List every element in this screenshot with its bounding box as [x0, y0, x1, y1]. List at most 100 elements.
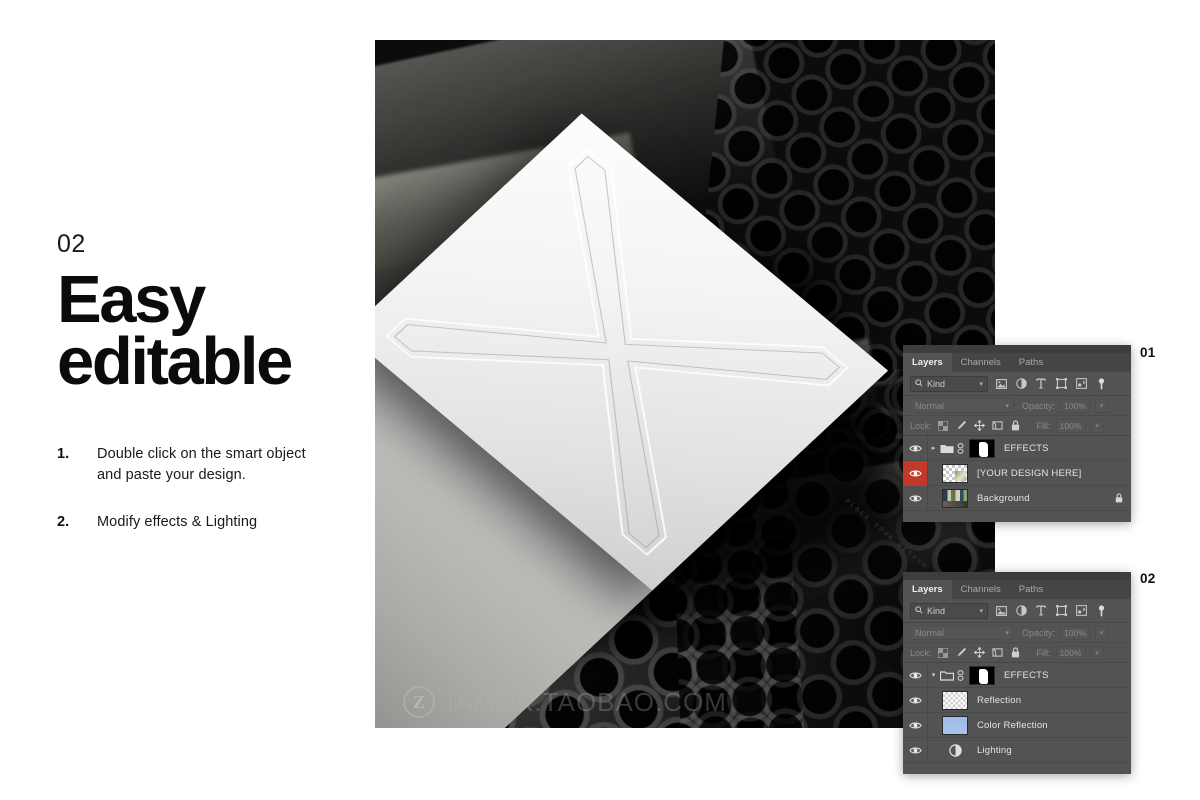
layer-visibility-toggle[interactable]	[903, 663, 927, 688]
table-row[interactable]: ▾ EFFECTS	[903, 662, 1131, 688]
layer-thumbnail[interactable]	[942, 463, 968, 483]
lock-image-pixels-icon[interactable]	[955, 419, 968, 432]
lock-all-icon[interactable]	[1009, 419, 1022, 432]
shape-layer-icon[interactable]	[1054, 604, 1068, 618]
folder-open-icon	[939, 670, 955, 681]
instruction-text: Modify effects & Lighting	[97, 514, 258, 531]
filter-toggle-icon[interactable]	[1094, 377, 1108, 391]
layers-panel-1[interactable]: Layers Channels Paths Kind ▾ Normal ▾ Op…	[903, 345, 1131, 522]
layer-thumbnail[interactable]	[942, 488, 968, 508]
tab-bar-filler	[1052, 353, 1131, 372]
layer-visibility-toggle[interactable]	[903, 713, 927, 738]
smart-object-icon[interactable]	[1074, 604, 1088, 618]
adjustment-layer-icon[interactable]	[1014, 604, 1028, 618]
step-number: 02	[57, 230, 86, 258]
chevron-down-icon[interactable]: ▾	[928, 671, 939, 679]
watermark-logo-icon: Z	[403, 686, 435, 718]
layer-visibility-toggle[interactable]	[903, 436, 927, 461]
tab-channels[interactable]: Channels	[951, 353, 1010, 372]
lock-row: Lock: Fill: 100% ▾	[903, 643, 1131, 663]
layer-name: Background	[977, 492, 1030, 504]
chevron-down-icon: ▾	[1005, 629, 1009, 637]
layer-mask-link-icon[interactable]	[955, 442, 966, 454]
filter-kind-label: Kind	[927, 605, 946, 616]
tab-channels[interactable]: Channels	[951, 580, 1010, 599]
mockup-photo: DESIGN HERE PLACE YOUR PLACE YOUR DESIGN…	[375, 40, 995, 728]
fill-stepper-icon[interactable]: ▾	[1090, 418, 1104, 433]
chevron-down-icon: ▾	[1005, 402, 1009, 410]
blend-mode-select[interactable]: Normal ▾	[910, 625, 1014, 640]
opacity-value[interactable]: 100%	[1060, 625, 1091, 640]
table-row[interactable]: Reflection	[903, 687, 1131, 713]
table-row[interactable]: Lighting	[903, 737, 1131, 763]
fill-value[interactable]: 100%	[1055, 418, 1086, 433]
layer-mask-thumbnail[interactable]	[969, 665, 995, 685]
layer-visibility-toggle[interactable]	[903, 486, 927, 511]
lock-artboard-icon[interactable]	[991, 646, 1004, 659]
table-row[interactable]: Background	[903, 485, 1131, 511]
panel-title-bar[interactable]	[903, 572, 1131, 580]
chevron-right-icon[interactable]: ▸	[928, 444, 939, 452]
watermark: Z IAMDK.TAOBAO.COM	[375, 676, 995, 728]
panel-tab-bar: Layers Channels Paths	[903, 353, 1131, 372]
folder-icon	[939, 443, 955, 454]
layer-visibility-toggle[interactable]	[903, 738, 927, 763]
lock-transparent-pixels-icon[interactable]	[937, 419, 950, 432]
pixel-layer-icon[interactable]	[994, 604, 1008, 618]
adjustment-layer-icon[interactable]	[1014, 377, 1028, 391]
row-divider	[927, 460, 928, 486]
type-layer-icon[interactable]	[1034, 377, 1048, 391]
table-row[interactable]: Color Reflection	[903, 712, 1131, 738]
fill-label: Fill:	[1036, 420, 1051, 431]
filter-toggle-icon[interactable]	[1094, 604, 1108, 618]
layer-mask-link-icon[interactable]	[955, 669, 966, 681]
fill-stepper-icon[interactable]: ▾	[1090, 645, 1104, 660]
layer-visibility-toggle[interactable]	[903, 460, 927, 486]
row-divider	[927, 712, 928, 738]
lock-position-icon[interactable]	[973, 419, 986, 432]
lock-artboard-icon[interactable]	[991, 419, 1004, 432]
tab-bar-filler	[1052, 580, 1131, 599]
layer-thumbnail[interactable]	[942, 690, 968, 710]
opacity-stepper-icon[interactable]: ▾	[1095, 625, 1109, 640]
lock-all-icon[interactable]	[1009, 646, 1022, 659]
tab-layers[interactable]: Layers	[903, 353, 952, 372]
thumbnail-content	[955, 470, 966, 481]
row-divider	[927, 737, 928, 763]
lock-transparent-pixels-icon[interactable]	[937, 646, 950, 659]
table-row[interactable]: ▸ EFFECTS	[903, 435, 1131, 461]
lock-position-icon[interactable]	[973, 646, 986, 659]
lock-image-pixels-icon[interactable]	[955, 646, 968, 659]
tab-paths[interactable]: Paths	[1009, 353, 1053, 372]
filter-kind-select[interactable]: Kind ▾	[910, 602, 988, 619]
smart-object-icon[interactable]	[1074, 377, 1088, 391]
blend-mode-value: Normal	[915, 400, 945, 411]
tab-layers[interactable]: Layers	[903, 580, 952, 599]
tab-paths[interactable]: Paths	[1009, 580, 1053, 599]
instruction-number: 1.	[57, 446, 70, 463]
filter-kind-select[interactable]: Kind ▾	[910, 375, 988, 392]
layer-visibility-toggle[interactable]	[903, 688, 927, 713]
fill-value[interactable]: 100%	[1055, 645, 1086, 660]
chevron-down-icon: ▾	[979, 607, 983, 615]
panel-footer	[903, 763, 1131, 774]
opacity-stepper-icon[interactable]: ▾	[1095, 398, 1109, 413]
opacity-value[interactable]: 100%	[1060, 398, 1091, 413]
panel-marker-02: 02	[1140, 571, 1156, 586]
type-layer-icon[interactable]	[1034, 604, 1048, 618]
layer-mask-thumbnail[interactable]	[969, 438, 995, 458]
pixel-layer-icon[interactable]	[994, 377, 1008, 391]
list-item: 1. Double click on the smart object and …	[57, 444, 317, 486]
blend-mode-row: Normal ▾ Opacity: 100% ▾	[903, 396, 1131, 416]
shape-layer-icon[interactable]	[1054, 377, 1068, 391]
adjustment-layer-thumbnail[interactable]	[942, 741, 968, 760]
panel-marker-01: 01	[1140, 345, 1156, 360]
layer-thumbnail[interactable]	[942, 715, 968, 735]
instruction-list: 1. Double click on the smart object and …	[57, 444, 317, 533]
panel-title-bar[interactable]	[903, 345, 1131, 353]
table-row[interactable]: [YOUR DESIGN HERE]	[903, 460, 1131, 486]
layers-panel-2[interactable]: Layers Channels Paths Kind ▾ Normal ▾ Op…	[903, 572, 1131, 774]
list-item: 2. Modify effects & Lighting	[57, 512, 317, 533]
layer-name: [YOUR DESIGN HERE]	[977, 467, 1082, 479]
blend-mode-select[interactable]: Normal ▾	[910, 398, 1014, 413]
